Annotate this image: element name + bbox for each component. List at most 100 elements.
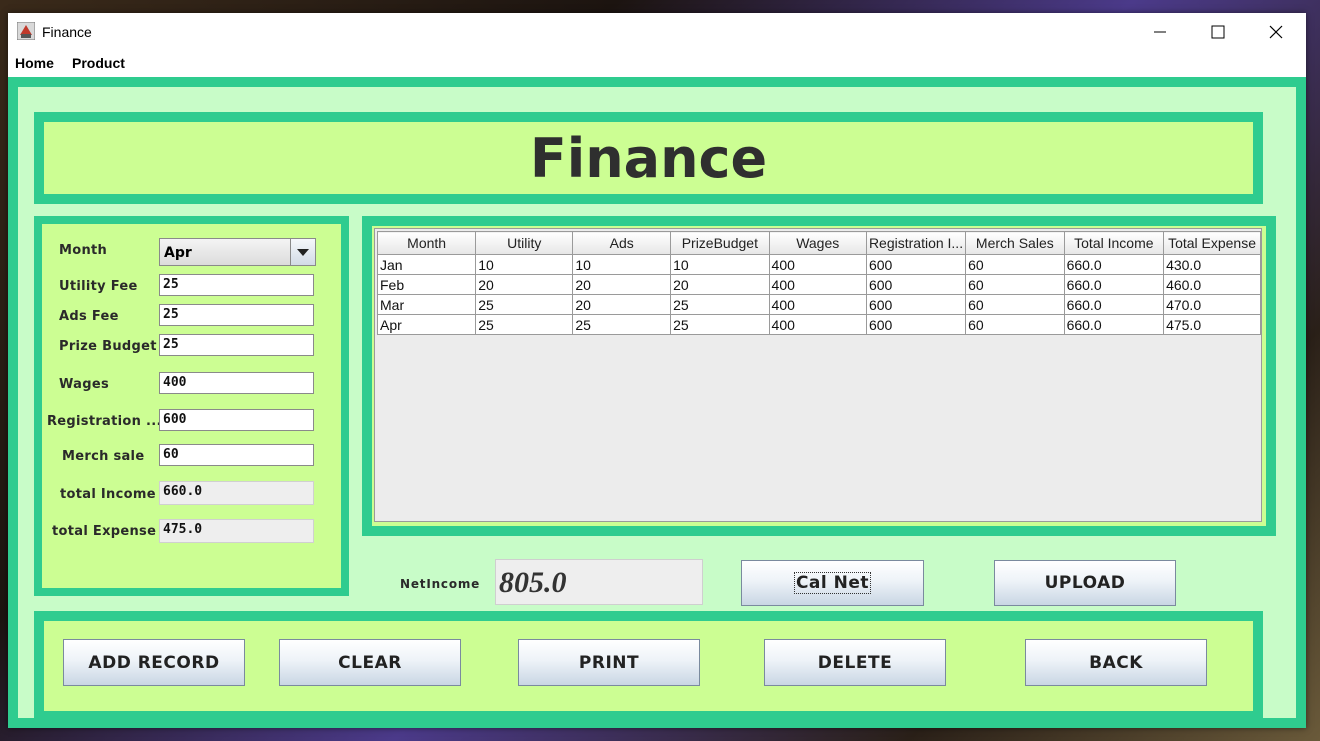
utility-fee-field[interactable]: 25 — [159, 274, 314, 296]
print-label: PRINT — [578, 652, 640, 673]
table-cell[interactable]: Jan — [376, 254, 477, 275]
minimize-button[interactable] — [1131, 13, 1189, 51]
table-cell[interactable]: 60 — [965, 314, 1065, 335]
table-cell[interactable]: 60 — [965, 274, 1065, 295]
clear-button[interactable]: CLEAR — [279, 639, 461, 686]
table-cell[interactable]: 600 — [865, 254, 967, 275]
table-cell[interactable]: 660.0 — [1063, 314, 1165, 335]
table-cell[interactable]: 600 — [865, 274, 967, 295]
upload-button[interactable]: UPLOAD — [994, 560, 1176, 606]
registration-field[interactable]: 600 — [159, 409, 314, 431]
table-cell[interactable]: 660.0 — [1063, 254, 1165, 275]
table-cell[interactable]: 10 — [572, 254, 672, 275]
wages-field[interactable]: 400 — [159, 372, 314, 394]
content-panel: Finance Month Apr Utility Fee 25 Ads Fee — [18, 87, 1296, 721]
table-cell[interactable]: 600 — [865, 314, 967, 335]
table-header-row: Month Utility Ads PrizeBudget Wages Regi… — [376, 231, 1261, 255]
table-cell[interactable]: 25 — [670, 294, 770, 315]
back-button[interactable]: BACK — [1025, 639, 1207, 686]
actions-panel: ADD RECORD CLEAR PRINT DELETE BACK — [44, 621, 1253, 711]
table-cell[interactable]: 470.0 — [1163, 294, 1261, 315]
net-income-label: NetIncome — [400, 577, 481, 591]
table-cell[interactable]: 430.0 — [1163, 254, 1261, 275]
maximize-button[interactable] — [1189, 13, 1247, 51]
col-ads[interactable]: Ads — [572, 231, 672, 255]
table-cell[interactable]: 460.0 — [1163, 274, 1261, 295]
finance-window: Finance Home Product Finance Month Apr U… — [8, 13, 1306, 728]
table-cell[interactable]: 400 — [768, 314, 867, 335]
wages-label: Wages — [59, 377, 110, 392]
table-cell[interactable]: 60 — [965, 254, 1065, 275]
delete-button[interactable]: DELETE — [764, 639, 946, 686]
table-cell[interactable]: 25 — [475, 314, 574, 335]
table-cell[interactable]: 660.0 — [1063, 294, 1165, 315]
minimize-icon — [1154, 31, 1166, 33]
chevron-down-icon — [297, 249, 309, 256]
menu-product[interactable]: Product — [72, 55, 125, 71]
table-cell[interactable]: 20 — [572, 294, 672, 315]
table-cell[interactable]: Mar — [376, 294, 477, 315]
table-cell[interactable]: 25 — [670, 314, 770, 335]
window-title: Finance — [42, 24, 92, 40]
month-select[interactable]: Apr — [159, 238, 316, 266]
table-cell[interactable]: 20 — [670, 274, 770, 295]
records-table-scrollpane[interactable]: Month Utility Ads PrizeBudget Wages Regi… — [374, 228, 1262, 522]
table-cell[interactable]: 475.0 — [1163, 314, 1261, 335]
col-wages[interactable]: Wages — [768, 231, 867, 255]
table-cell[interactable]: 400 — [768, 274, 867, 295]
table-row[interactable]: Feb 20 20 20 400 600 60 660.0 460.0 — [376, 274, 1261, 295]
records-table[interactable]: Month Utility Ads PrizeBudget Wages Regi… — [376, 231, 1261, 335]
table-cell[interactable]: 10 — [670, 254, 770, 275]
total-income-field: 660.0 — [159, 481, 314, 505]
actions-frame: ADD RECORD CLEAR PRINT DELETE BACK — [34, 611, 1263, 721]
cal-net-button[interactable]: Cal Net — [741, 560, 924, 606]
menu-home[interactable]: Home — [15, 55, 54, 71]
add-record-button[interactable]: ADD RECORD — [63, 639, 245, 686]
net-income-field: 805.0 — [495, 559, 703, 605]
table-cell[interactable]: 600 — [865, 294, 967, 315]
back-label: BACK — [1089, 652, 1143, 673]
table-row[interactable]: Apr 25 25 25 400 600 60 660.0 475.0 — [376, 314, 1261, 335]
col-prize-budget[interactable]: PrizeBudget — [670, 231, 770, 255]
form-panel: Month Apr Utility Fee 25 Ads Fee 25 Priz… — [42, 224, 341, 588]
ads-fee-field[interactable]: 25 — [159, 304, 314, 326]
table-cell[interactable]: 10 — [475, 254, 574, 275]
upload-label: UPLOAD — [1044, 573, 1126, 593]
table-cell[interactable]: Apr — [376, 314, 477, 335]
table-cell[interactable]: 400 — [768, 294, 867, 315]
merch-sale-label: Merch sale — [62, 449, 145, 464]
close-button[interactable] — [1247, 13, 1305, 51]
add-record-label: ADD RECORD — [88, 652, 220, 673]
table-row[interactable]: Jan 10 10 10 400 600 60 660.0 430.0 — [376, 254, 1261, 275]
table-cell[interactable]: 660.0 — [1063, 274, 1165, 295]
close-icon — [1269, 25, 1283, 39]
table-cell[interactable]: 400 — [768, 254, 867, 275]
print-button[interactable]: PRINT — [518, 639, 700, 686]
merch-sale-field[interactable]: 60 — [159, 444, 314, 466]
month-dropdown-button[interactable] — [290, 239, 315, 265]
prize-budget-field[interactable]: 25 — [159, 334, 314, 356]
cal-net-label: Cal Net — [793, 572, 872, 594]
total-income-label: total Income — [60, 487, 156, 502]
table-panel: Month Utility Ads PrizeBudget Wages Regi… — [372, 226, 1266, 526]
col-registration[interactable]: Registration I... — [865, 231, 967, 255]
table-cell[interactable]: 25 — [572, 314, 672, 335]
table-cell[interactable]: 20 — [572, 274, 672, 295]
table-cell[interactable]: 20 — [475, 274, 574, 295]
total-expense-label: total Expense — [52, 524, 157, 539]
page-title: Finance — [529, 126, 768, 190]
title-bar: Finance — [8, 13, 1306, 51]
col-total-expense[interactable]: Total Expense — [1163, 231, 1261, 255]
utility-fee-label: Utility Fee — [59, 279, 138, 294]
col-month[interactable]: Month — [376, 231, 477, 255]
table-row[interactable]: Mar 25 20 25 400 600 60 660.0 470.0 — [376, 294, 1261, 315]
col-utility[interactable]: Utility — [475, 231, 574, 255]
clear-label: CLEAR — [338, 652, 402, 673]
registration-label: Registration ... — [47, 414, 162, 429]
table-cell[interactable]: 25 — [475, 294, 574, 315]
col-total-income[interactable]: Total Income — [1063, 231, 1165, 255]
month-select-value: Apr — [164, 245, 192, 261]
table-cell[interactable]: 60 — [965, 294, 1065, 315]
table-cell[interactable]: Feb — [376, 274, 477, 295]
col-merch-sales[interactable]: Merch Sales — [965, 231, 1065, 255]
